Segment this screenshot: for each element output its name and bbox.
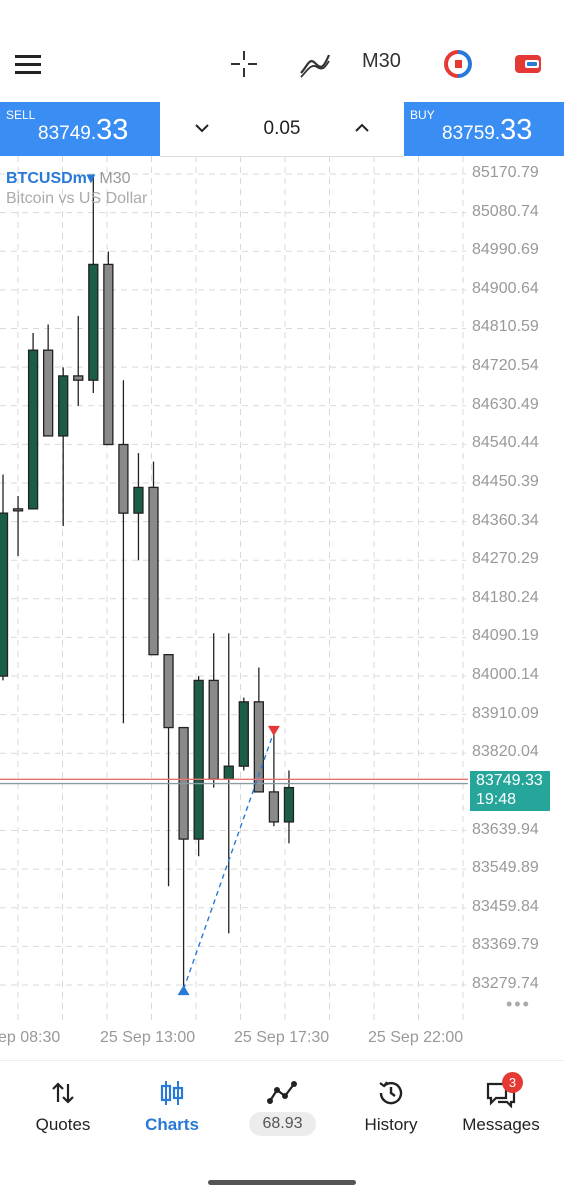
price-axis-label: 83639.94	[472, 820, 539, 838]
tab-charts-label: Charts	[145, 1115, 199, 1134]
price-axis-label: 84900.64	[472, 279, 539, 297]
trade-line-icon	[232, 1077, 332, 1109]
price-axis-label: 84720.54	[472, 357, 539, 375]
candle-body	[283, 786, 295, 823]
price-axis-label: 84090.19	[472, 627, 539, 645]
metric-pill[interactable]: 68.93	[249, 1112, 316, 1136]
messages-badge: 3	[502, 1072, 523, 1093]
symbol-name[interactable]: BTCUSDm	[6, 170, 87, 187]
candle-body	[0, 512, 9, 677]
time-axis-label: 25 Sep 22:00	[368, 1029, 464, 1046]
time-axis-label: ep 08:30	[0, 1029, 61, 1046]
tab-trade[interactable]	[232, 1061, 332, 1151]
time-axis-label: 25 Sep 13:00	[100, 1029, 196, 1046]
current-price-value: 83749.33	[476, 772, 543, 789]
candle-body	[103, 263, 114, 446]
price-axis-label: 83910.09	[472, 704, 539, 722]
tab-quotes-label: Quotes	[35, 1115, 91, 1134]
candle-body	[58, 375, 69, 437]
price-axis-label: 84630.49	[472, 395, 539, 413]
price-axis-label: 85080.74	[472, 202, 539, 220]
tab-messages[interactable]: Messages	[451, 1061, 551, 1151]
symbol-description: Bitcoin vs US Dollar	[6, 190, 148, 207]
buy-marker	[177, 985, 190, 996]
price-axis-label: 84000.14	[472, 666, 539, 684]
candle-body	[27, 349, 39, 510]
quotes-icon	[13, 1077, 113, 1109]
price-axis-label: 85170.79	[472, 164, 539, 181]
time-axis-label: 25 Sep 17:30	[234, 1029, 330, 1046]
tab-quotes[interactable]: Quotes	[13, 1061, 113, 1151]
candle-body	[133, 486, 144, 514]
charts-icon	[122, 1077, 222, 1109]
candle-body	[208, 679, 219, 780]
history-icon	[341, 1077, 441, 1109]
candle-body	[238, 701, 249, 767]
price-axis-label: 84270.29	[472, 550, 539, 568]
candle-body	[268, 791, 280, 823]
bar-countdown: 19:48	[476, 791, 517, 808]
tab-messages-label: Messages	[462, 1115, 540, 1134]
candle-body	[118, 443, 129, 514]
symbol-dropdown-icon[interactable]: ▾	[87, 170, 95, 187]
price-axis-label: 84540.44	[472, 434, 539, 452]
symbol-timeframe: M30	[99, 170, 131, 187]
candle-body	[223, 765, 234, 780]
tab-charts[interactable]: Charts	[122, 1061, 222, 1151]
candle-body	[88, 263, 99, 381]
price-axis-label: 83549.89	[472, 859, 539, 877]
price-axis-label: 84810.59	[472, 318, 539, 336]
price-axis-label: 84450.39	[472, 472, 539, 490]
price-axis-label: 83459.84	[472, 897, 539, 915]
price-axis-label: 84360.34	[472, 511, 539, 529]
candle-body	[253, 701, 265, 793]
price-axis-label: 84990.69	[472, 241, 539, 259]
sell-marker	[267, 725, 280, 736]
candle-body	[43, 349, 54, 437]
tab-history-label: History	[364, 1115, 418, 1134]
symbol-header[interactable]: BTCUSDm▾ M30	[6, 168, 131, 188]
messages-icon	[451, 1077, 551, 1109]
more-options-icon[interactable]: •••	[506, 994, 531, 1015]
price-axis-label: 83820.04	[472, 743, 539, 761]
tab-history[interactable]: History	[341, 1061, 441, 1151]
price-axis-label: 83369.79	[472, 936, 539, 954]
current-price-label: 83749.33 19:48	[470, 771, 550, 811]
price-axis-label: 83279.74	[472, 975, 539, 992]
candle-body	[12, 508, 24, 512]
candle-body	[73, 375, 84, 381]
candle-body	[148, 486, 159, 656]
candle-body	[163, 654, 174, 729]
candle-body	[193, 679, 204, 840]
price-axis-label: 84180.24	[472, 588, 539, 606]
home-indicator[interactable]	[208, 1180, 356, 1185]
